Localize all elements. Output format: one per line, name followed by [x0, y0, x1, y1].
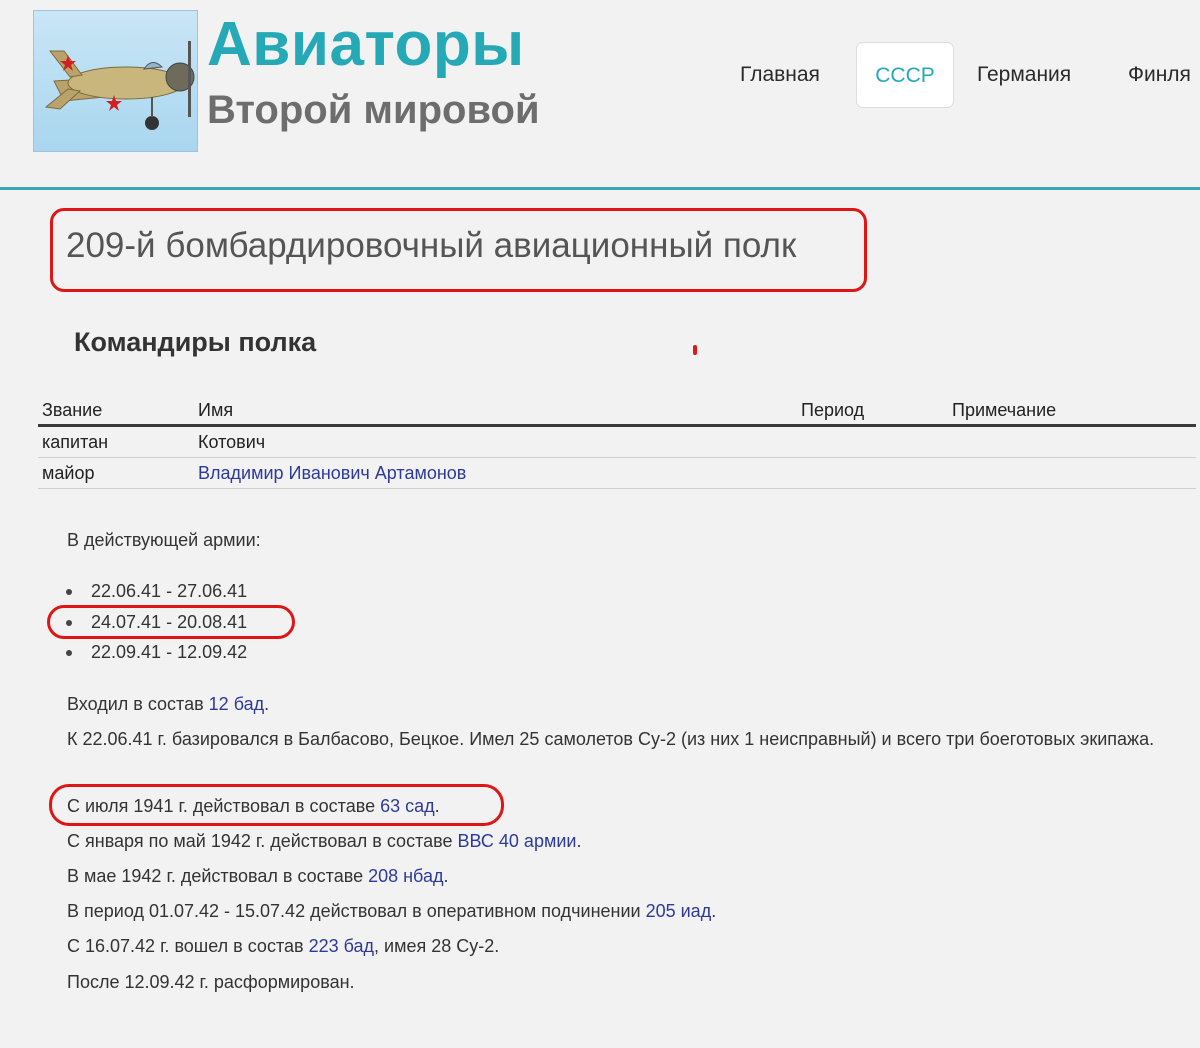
- list-item: 22.09.41 - 12.09.42: [66, 637, 247, 668]
- nav-item-home[interactable]: Главная: [740, 42, 820, 108]
- cell-period: [797, 425, 948, 458]
- commanders-heading: Командиры полка: [74, 327, 317, 357]
- column-header-name: Имя: [194, 396, 797, 427]
- column-header-period: Период: [797, 396, 948, 427]
- nav-item-ussr[interactable]: СССР: [856, 42, 954, 108]
- airplane-icon: [44, 41, 195, 130]
- annotation-circle-division: [49, 784, 504, 826]
- cell-rank: майор: [38, 457, 194, 489]
- table-row: майор Владимир Иванович Артамонов: [38, 457, 1196, 489]
- nav-item-germany[interactable]: Германия: [977, 42, 1071, 108]
- unit-link[interactable]: 205 иад: [646, 901, 712, 921]
- paragraph: В мае 1942 г. действовал в составе 208 н…: [67, 866, 449, 886]
- paragraph: С января по май 1942 г. действовал в сос…: [67, 831, 582, 851]
- paragraph: Входил в состав 12 бад.: [67, 694, 270, 714]
- site-logo-image[interactable]: [33, 10, 198, 152]
- annotation-circle-title: [50, 208, 867, 292]
- cell-note: [948, 425, 1196, 458]
- annotation-circle-period: [47, 605, 295, 639]
- nav-item-finland[interactable]: Финля: [1128, 42, 1191, 108]
- table-header-row: Звание Имя Период Примечание: [38, 396, 1196, 427]
- active-army-label: В действующей армии:: [67, 530, 261, 550]
- cell-name: Котович: [194, 425, 797, 458]
- unit-link[interactable]: ВВС 40 армии: [458, 831, 577, 851]
- commanders-table: Звание Имя Период Примечание капитан Кот…: [38, 396, 1196, 489]
- site-title[interactable]: Авиаторы: [207, 8, 525, 82]
- paragraph: К 22.06.41 г. базировался в Балбасово, Б…: [67, 729, 1155, 749]
- site-subtitle: Второй мировой: [207, 88, 540, 132]
- cell-rank: капитан: [38, 425, 194, 458]
- unit-link[interactable]: 208 нбад: [368, 866, 443, 886]
- cell-period: [797, 457, 948, 489]
- commander-link[interactable]: Владимир Иванович Артамонов: [198, 463, 466, 483]
- table-row: капитан Котович: [38, 425, 1196, 458]
- cell-note: [948, 457, 1196, 489]
- paragraph: С 16.07.42 г. вошел в состав 223 бад, им…: [67, 936, 500, 956]
- paragraph: После 12.09.42 г. расформирован.: [67, 972, 355, 992]
- unit-link[interactable]: 223 бад: [309, 936, 374, 956]
- paragraph: В период 01.07.42 - 15.07.42 действовал …: [67, 901, 717, 921]
- header-divider: [0, 187, 1200, 190]
- cell-name: Владимир Иванович Артамонов: [194, 457, 797, 489]
- column-header-note: Примечание: [948, 396, 1196, 427]
- list-item: 22.06.41 - 27.06.41: [66, 576, 247, 607]
- column-header-rank: Звание: [38, 396, 194, 427]
- unit-link[interactable]: 12 бад: [209, 694, 264, 714]
- annotation-dot: [693, 345, 697, 355]
